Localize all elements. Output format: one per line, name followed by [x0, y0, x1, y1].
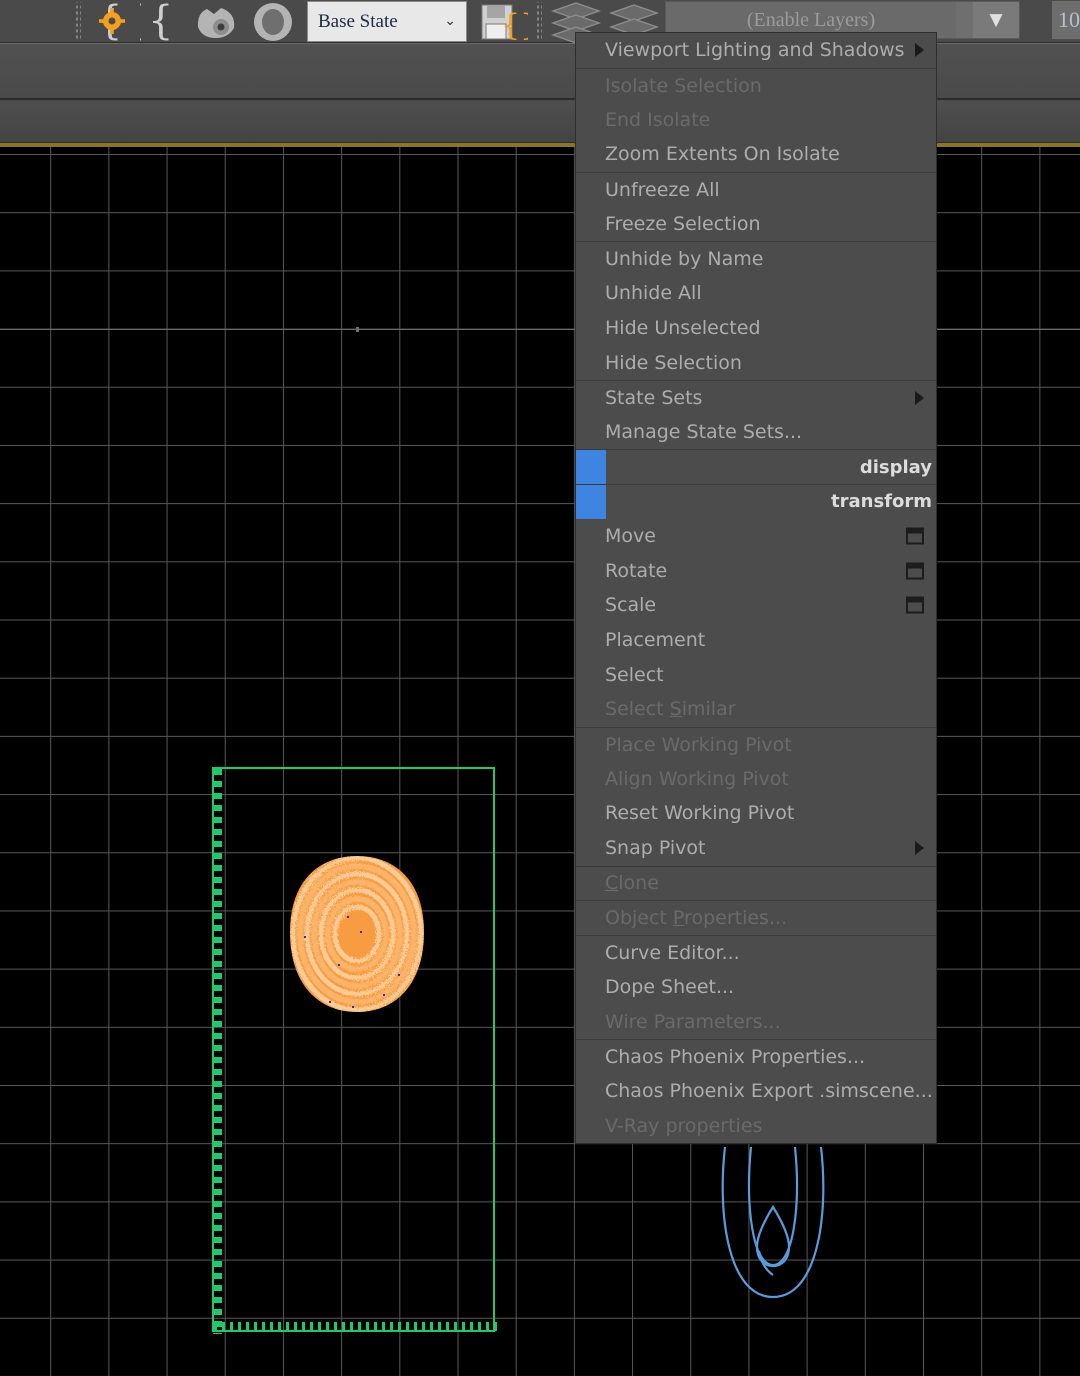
menu-item-state-sets[interactable]: State Sets	[576, 379, 936, 415]
menu-item-label: Hide Selection	[605, 351, 742, 374]
menu-item-move[interactable]: Move	[576, 519, 936, 554]
menu-item-end-isolate: End Isolate	[576, 102, 936, 137]
menu-item-curve-editor[interactable]: Curve Editor...	[576, 934, 936, 970]
menu-item-rotate[interactable]: Rotate	[576, 553, 936, 588]
liquid-particle-blob	[288, 854, 426, 1014]
menu-item-zoom-extents-on-isolate[interactable]: Zoom Extents On Isolate	[576, 137, 936, 172]
app-window: { } { }	[0, 0, 1080, 1376]
menu-item-clone: Clone	[576, 865, 936, 901]
state-combo[interactable]: Base State ⌄	[307, 1, 467, 42]
menu-item-placement[interactable]: Placement	[576, 623, 936, 658]
menu-item-chaos-phoenix-properties[interactable]: Chaos Phoenix Properties...	[576, 1038, 936, 1074]
liquid-simulation-box[interactable]	[212, 767, 497, 1334]
settings-dialog-icon[interactable]	[906, 596, 924, 614]
menu-item-select[interactable]: Select	[576, 657, 936, 692]
menu-item-label: Curve Editor...	[605, 941, 740, 964]
quad-header-transform: transform	[576, 483, 936, 519]
menu-item-label: Viewport Lighting and Shadows	[605, 39, 905, 62]
svg-text:{ }: { }	[148, 3, 190, 41]
menu-item-label: Manage State Sets...	[605, 420, 803, 443]
menu-item-label: Chaos Phoenix Properties...	[605, 1045, 866, 1068]
liquid-droplet-icon[interactable]	[703, 1146, 843, 1376]
menu-item-label: Move	[605, 524, 656, 547]
menu-item-label: Scale	[605, 594, 657, 617]
menu-item-label: Hide Unselected	[605, 316, 761, 339]
toolbar-grip[interactable]	[74, 2, 81, 40]
menu-item-place-working-pivot: Place Working Pivot	[576, 726, 936, 762]
frame-spinner-value: 10	[1058, 7, 1080, 32]
menu-item-unhide-by-name[interactable]: Unhide by Name	[576, 241, 936, 276]
settings-dialog-icon[interactable]	[906, 562, 924, 580]
chevron-down-icon: ⌄	[444, 14, 456, 29]
menu-item-chaos-phoenix-export-simscene[interactable]: Chaos Phoenix Export .simscene...	[576, 1074, 936, 1109]
menu-item-viewport-lighting-and-shadows[interactable]: Viewport Lighting and Shadows	[576, 33, 936, 68]
viewport-origin-tick	[356, 327, 359, 332]
menu-item-label: Freeze Selection	[605, 212, 761, 235]
save-state-icon[interactable]: {}	[474, 0, 530, 43]
menu-item-label: Unhide by Name	[605, 247, 764, 270]
menu-item-hide-selection[interactable]: Hide Selection	[576, 345, 936, 380]
menu-item-label: Reset Working Pivot	[605, 802, 795, 825]
menu-item-label: Clone	[605, 872, 659, 895]
quad-menu[interactable]: Viewport Lighting and Shadows Isolate Sel…	[575, 32, 937, 1144]
container-icon[interactable]	[247, 0, 299, 43]
settings-dialog-icon[interactable]	[906, 527, 924, 545]
quad-header-display: display	[576, 449, 936, 484]
menu-item-manage-state-sets[interactable]: Manage State Sets...	[576, 415, 936, 450]
menu-item-select-similar: Select Similar	[576, 692, 936, 727]
menu-item-label: End Isolate	[605, 108, 711, 131]
menu-item-snap-pivot[interactable]: Snap Pivot	[576, 831, 936, 866]
submenu-arrow-icon	[915, 43, 924, 58]
menu-item-label: V-Ray properties	[605, 1114, 763, 1137]
toolbar-grip-2[interactable]	[535, 2, 542, 40]
menu-item-label: Unfreeze All	[605, 178, 720, 201]
curve-editor-icon[interactable]: { }	[144, 0, 192, 43]
frame-spinner[interactable]: 10	[1052, 1, 1080, 39]
menu-item-label: Select	[605, 663, 664, 686]
quad-header-label: display	[859, 456, 932, 478]
menu-item-vray-properties: V-Ray properties	[576, 1108, 936, 1143]
menu-item-label: Dope Sheet...	[605, 975, 735, 998]
menu-item-label: State Sets	[605, 386, 703, 409]
menu-item-label: Placement	[605, 629, 706, 652]
quad-header-accent	[576, 484, 606, 519]
schematic-view-icon[interactable]	[192, 0, 244, 43]
menu-item-align-working-pivot: Align Working Pivot	[576, 761, 936, 796]
svg-text:{}: {}	[501, 8, 528, 42]
menu-item-hide-unselected[interactable]: Hide Unselected	[576, 311, 936, 346]
submenu-arrow-icon	[915, 390, 924, 405]
menu-item-wire-parameters: Wire Parameters...	[576, 1004, 936, 1039]
menu-item-label: Unhide All	[605, 282, 702, 305]
chevron-down-icon[interactable]: ▼	[973, 2, 1019, 38]
menu-item-label: Place Working Pivot	[605, 733, 792, 756]
menu-item-freeze-selection[interactable]: Freeze Selection	[576, 206, 936, 241]
quad-header-label: transform	[831, 491, 932, 513]
menu-item-isolate-selection: Isolate Selection	[576, 67, 936, 103]
menu-item-label: Zoom Extents On Isolate	[605, 143, 840, 166]
menu-item-label: Rotate	[605, 559, 668, 582]
menu-item-unhide-all[interactable]: Unhide All	[576, 276, 936, 311]
menu-item-label: Snap Pivot	[605, 837, 706, 860]
menu-item-object-properties: Object Properties...	[576, 900, 936, 935]
menu-item-reset-working-pivot[interactable]: Reset Working Pivot	[576, 796, 936, 831]
menu-item-label: Select Similar	[605, 698, 736, 721]
submenu-arrow-icon	[915, 841, 924, 856]
quad-header-accent	[576, 450, 606, 484]
menu-item-label: Object Properties...	[605, 907, 788, 930]
simbox-resolution-ticks-left	[213, 769, 222, 1334]
simbox-resolution-ticks-bottom-minor	[214, 1326, 497, 1331]
state-combo-value: Base State	[318, 10, 398, 32]
menu-item-scale[interactable]: Scale	[576, 588, 936, 623]
menu-item-dope-sheet[interactable]: Dope Sheet...	[576, 970, 936, 1005]
menu-item-label: Align Working Pivot	[605, 767, 789, 790]
menu-item-label: Wire Parameters...	[605, 1010, 781, 1033]
curve-editor-settings-icon[interactable]: { }	[92, 0, 144, 43]
menu-item-label: Isolate Selection	[605, 74, 762, 97]
menu-item-unfreeze-all[interactable]: Unfreeze All	[576, 171, 936, 207]
menu-item-label: Chaos Phoenix Export .simscene...	[605, 1079, 933, 1102]
